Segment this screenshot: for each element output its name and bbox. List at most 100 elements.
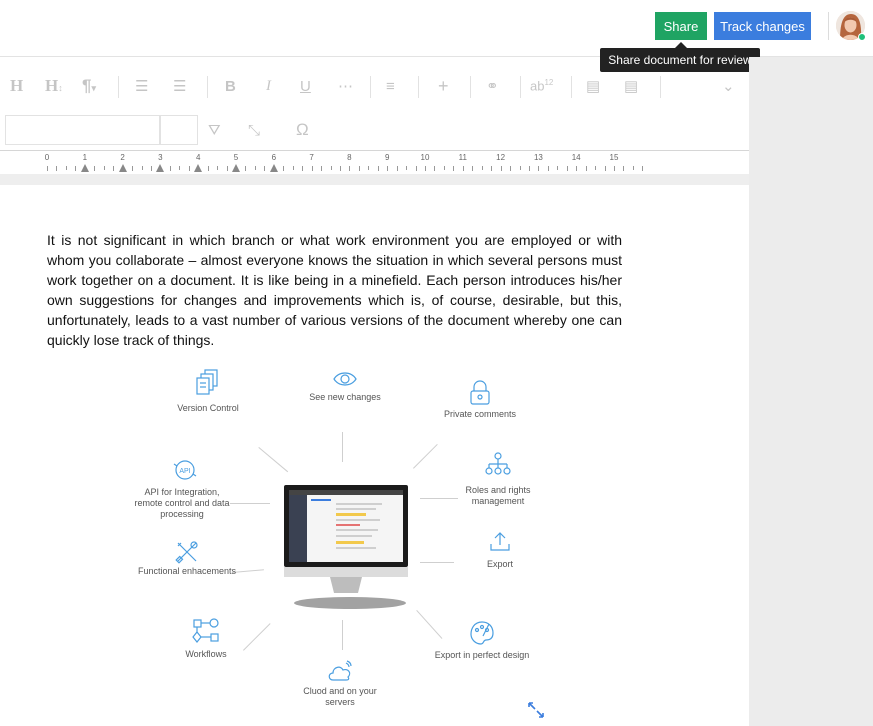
roles-rights-label: Roles and rights management (465, 485, 530, 507)
style-select[interactable] (5, 115, 160, 145)
ruler-tick (245, 166, 247, 171)
workflows-label: Workflows (185, 649, 227, 659)
paragraph-icon[interactable]: ¶▾ (82, 76, 96, 96)
underline-icon[interactable]: U (300, 78, 311, 95)
share-button[interactable]: Share (655, 12, 707, 40)
ruler-tick (47, 166, 48, 171)
font-size-select[interactable] (160, 115, 198, 145)
italic-icon[interactable]: I (266, 78, 271, 95)
toolbar-separator (660, 76, 661, 98)
upload-icon (489, 530, 511, 557)
ruler-tick (207, 166, 209, 171)
roles-label-line: management (471, 496, 525, 506)
ruler[interactable]: 0 1 2 3 4 5 6 7 8 9 10 11 12 13 14 15 (0, 150, 749, 174)
heading-size-icon[interactable]: H↕ (45, 76, 63, 96)
connector-line (243, 623, 271, 651)
tools-icon (175, 540, 199, 569)
ruler-tick (387, 166, 389, 171)
ruler-number: 2 (120, 153, 125, 162)
ruler-tick (406, 166, 408, 170)
roles-label-line: Roles and rights (465, 485, 531, 495)
palette-icon (469, 620, 495, 651)
align-icon[interactable]: ≡ (386, 78, 395, 95)
eye-icon (333, 370, 357, 393)
ruler-number: 11 (458, 153, 467, 162)
ruler-tick (94, 166, 96, 171)
functional-enhancements-label: Functional enhacements (137, 566, 237, 576)
clear-format-icon[interactable]: ⤡ (248, 122, 260, 139)
filter-icon[interactable]: ⛛ (208, 122, 221, 139)
ruler-tick (179, 166, 181, 170)
export-design-label: Export in perfect design (434, 650, 530, 660)
ruler-tick (188, 166, 190, 171)
tab-stop-marker[interactable] (80, 164, 89, 172)
online-status-dot (858, 33, 866, 41)
api-integration-label: API for Integration, remote control and … (134, 487, 229, 520)
strikethrough-icon[interactable]: ⋯ (338, 77, 353, 95)
track-changes-button[interactable]: Track changes (714, 12, 811, 40)
numbered-list-icon[interactable]: ☰ (173, 77, 186, 95)
ruler-tick (264, 166, 266, 171)
cloud-label-line: Cluod and on your (303, 686, 377, 696)
tab-stop-marker[interactable] (232, 164, 240, 172)
workflow-icon (192, 618, 220, 649)
cloud-servers-label: Cluod and on your servers (303, 686, 377, 708)
bullet-list-icon[interactable]: ☰ (135, 77, 148, 95)
ruler-tick (103, 166, 105, 170)
ruler-tick (339, 166, 341, 171)
toolbar-separator (370, 76, 371, 98)
ruler-number: 6 (271, 153, 277, 162)
ruler-tick (604, 166, 606, 171)
ruler-tick (302, 166, 304, 171)
tab-stop-marker[interactable] (194, 164, 203, 172)
table-options-icon[interactable]: ▤ (624, 77, 638, 95)
ruler-tick (491, 166, 493, 171)
ruler-tick (462, 166, 464, 171)
table-icon[interactable]: ▤ (586, 77, 600, 95)
ruler-tick (415, 166, 417, 171)
connector-line (413, 443, 438, 469)
add-icon[interactable]: + (438, 76, 449, 97)
link-icon[interactable]: ⚭ (486, 77, 499, 95)
toolbar-separator (207, 76, 208, 98)
resize-icon[interactable] (527, 701, 545, 724)
see-new-changes-label: See new changes (309, 392, 381, 402)
tab-stop-marker[interactable] (269, 164, 278, 172)
ruler-number: 0 (44, 153, 50, 162)
ruler-tick (349, 166, 351, 171)
chevron-down-icon[interactable]: ⌄ (722, 77, 735, 95)
ruler-tick (595, 166, 597, 170)
monitor-image (278, 485, 428, 618)
ruler-number: 3 (158, 153, 163, 162)
connector-line (342, 432, 343, 462)
bold-icon[interactable]: B (225, 78, 236, 95)
document-paragraph[interactable]: It is not significant in which branch or… (47, 230, 622, 350)
superscript-icon[interactable]: ab12 (530, 78, 553, 93)
ruler-number: 7 (309, 153, 314, 162)
api-label-line: processing (160, 509, 204, 519)
ruler-tick (500, 166, 502, 171)
ruler-tick (434, 166, 436, 171)
svg-text:API: API (179, 468, 190, 475)
heading-icon[interactable]: H (10, 76, 23, 96)
tab-stop-marker[interactable] (156, 164, 165, 172)
ruler-number: 5 (233, 153, 239, 162)
tab-stop-marker[interactable] (118, 164, 127, 172)
api-icon: API (172, 458, 198, 487)
ruler-number: 15 (609, 153, 619, 162)
omega-icon[interactable]: Ω (296, 120, 309, 140)
ruler-tick (217, 166, 219, 170)
private-comments-label: Private comments (443, 409, 517, 419)
toolbar-separator (418, 76, 419, 98)
ruler-tick (65, 166, 67, 170)
canvas-gap (0, 174, 749, 185)
ruler-tick (132, 166, 134, 171)
ruler-number: 12 (496, 153, 506, 162)
ruler-number: 4 (195, 153, 201, 162)
ruler-tick (425, 166, 426, 171)
ruler-number: 1 (82, 153, 88, 162)
ruler-tick (481, 166, 483, 170)
ruler-tick (321, 166, 323, 171)
editor-toolbar: H H↕ ¶▾ ☰ ☰ B I U ⋯ ≡ + ⚭ ab12 ▤ ▤ ⌄ ⛛ ⤡… (0, 66, 749, 182)
ruler-tick (226, 166, 228, 171)
